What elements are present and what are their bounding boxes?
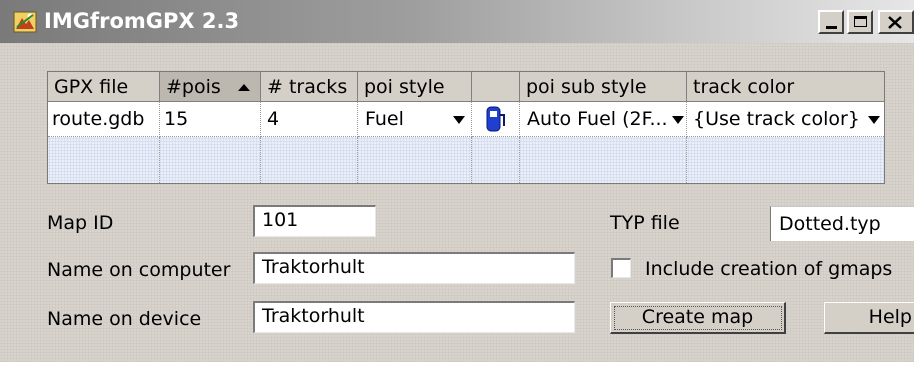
name-on-device-field[interactable]: Traktorhult [253,301,575,333]
empty-cell[interactable] [358,137,472,183]
empty-cell[interactable] [520,137,687,183]
include-gmapsupp-label[interactable]: Include creation of gmaps [645,257,914,281]
cell-gpx-file[interactable]: route.gdb [48,102,160,137]
map-id-label: Map ID [47,212,114,234]
track-color-value: {Use track color} [693,108,860,130]
name-on-computer-label: Name on computer [47,259,231,281]
column-header-pois[interactable]: #pois [160,72,261,102]
grid-header: GPX file #pois # tracks poi style poi su… [48,72,884,102]
close-button[interactable] [878,10,914,34]
cell-poi-icon[interactable] [472,102,520,137]
include-gmapsupp-checkbox[interactable] [611,258,631,278]
column-header-track-color[interactable]: track color [687,72,884,102]
column-header-poi-sub-style[interactable]: poi sub style [520,72,687,102]
typ-file-field[interactable]: Dotted.typ [770,206,914,241]
poi-sub-style-value: Auto Fuel (2F... [527,108,668,130]
dropdown-arrow-icon [868,116,880,124]
empty-cell[interactable] [48,137,160,183]
typ-file-label: TYP file [610,212,680,234]
create-map-button[interactable]: Create map [610,302,786,334]
help-button[interactable]: Help [824,302,914,334]
app-icon [13,11,37,33]
column-header-gpx-file[interactable]: GPX file [48,72,160,102]
empty-cell[interactable] [687,137,884,183]
dropdown-arrow-icon [672,116,684,124]
name-on-computer-field[interactable]: Traktorhult [253,252,575,284]
track-color-dropdown[interactable]: {Use track color} [687,102,884,137]
title-bar[interactable]: IMGfromGPX 2.3 [0,0,914,43]
table-row[interactable]: route.gdb 15 4 Fuel Auto Fuel (2F... {Us… [48,102,884,137]
poi-sub-style-dropdown[interactable]: Auto Fuel (2F... [520,102,687,137]
poi-style-dropdown[interactable]: Fuel [358,102,472,137]
cell-pois[interactable]: 15 [160,102,261,137]
sort-ascending-icon [238,84,250,91]
minimize-icon [826,26,837,29]
column-header-tracks[interactable]: # tracks [261,72,358,102]
name-on-device-label: Name on device [47,308,202,330]
empty-cell[interactable] [472,137,520,183]
window-title: IMGfromGPX 2.3 [44,9,240,33]
column-header-poi-icon[interactable] [472,72,520,102]
map-id-field[interactable]: 101 [253,205,376,237]
empty-cell[interactable] [261,137,358,183]
column-header-pois-label: #pois [166,76,221,98]
fuel-pump-icon [486,106,505,132]
gpx-grid[interactable]: GPX file #pois # tracks poi style poi su… [47,71,885,184]
poi-style-value: Fuel [365,108,404,130]
maximize-button[interactable] [847,10,873,34]
dropdown-arrow-icon [453,116,465,124]
minimize-button[interactable] [818,10,844,34]
empty-cell[interactable] [160,137,261,183]
column-header-poi-style[interactable]: poi style [358,72,472,102]
cell-tracks[interactable]: 4 [261,102,358,137]
maximize-icon [854,16,867,27]
table-row-empty[interactable] [48,137,884,183]
close-icon [888,16,902,29]
app-window: IMGfromGPX 2.3 GPX file #pois # tracks p… [0,0,914,362]
